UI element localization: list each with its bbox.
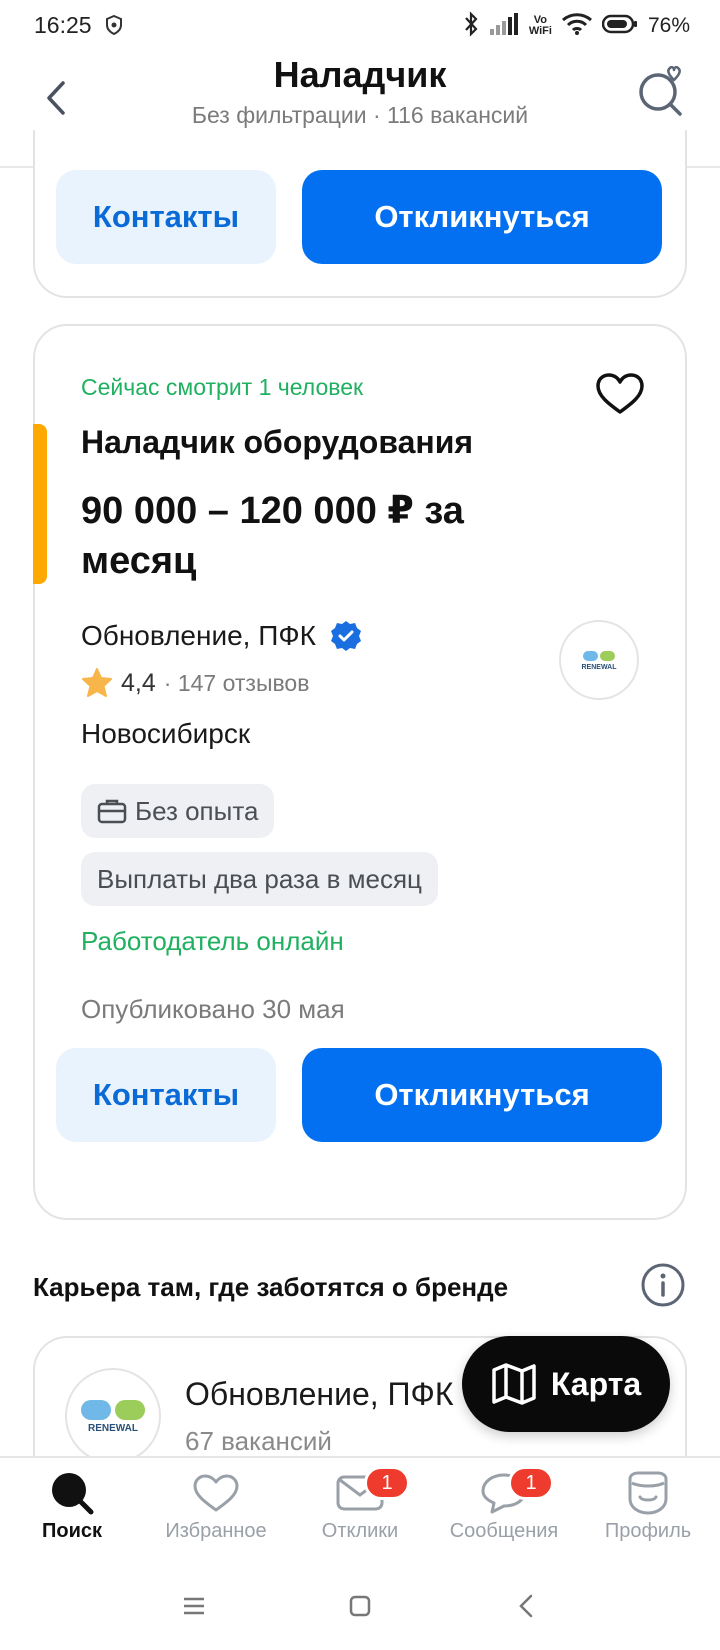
published-date: Опубликовано 30 мая — [81, 994, 345, 1024]
nav-item-messages[interactable]: 1 Сообщения — [432, 1458, 576, 1562]
nav-item-search[interactable]: Поиск — [0, 1458, 144, 1562]
map-icon — [492, 1363, 536, 1405]
nav-item-label: Профиль — [604, 1520, 692, 1542]
company-row[interactable]: Обновление, ПФК — [81, 620, 362, 652]
nav-item-responses[interactable]: 1 Отклики — [288, 1458, 432, 1562]
shield-icon — [106, 14, 122, 40]
recents-button[interactable] — [174, 1586, 214, 1626]
vowifi-indicator: Vo WiFi — [528, 14, 552, 37]
profile-icon — [624, 1470, 672, 1516]
nav-item-favorites[interactable]: Избранное — [144, 1458, 288, 1562]
highlight-accent-bar — [33, 424, 47, 584]
wifi-icon — [561, 12, 592, 40]
vacancy-card-previous: Контакты Откликнуться — [33, 130, 687, 298]
company-card-name: Обновление, ПФК — [185, 1376, 454, 1412]
contacts-button[interactable]: Контакты — [56, 170, 276, 264]
battery-icon — [601, 14, 638, 39]
search-summary[interactable]: Без фильтрации · 116 вакансий — [0, 102, 720, 129]
chevron-left-icon — [519, 1594, 533, 1618]
map-button-label: Карта — [550, 1365, 642, 1402]
vacancy-title[interactable]: Наладчик оборудования — [81, 424, 473, 461]
city: Новосибирск — [81, 718, 251, 749]
messages-badge: 1 — [508, 1466, 554, 1500]
bluetooth-icon — [463, 10, 479, 42]
menu-icon — [184, 1597, 204, 1615]
battery-percent: 76% — [647, 14, 690, 37]
nav-item-label: Сообщения — [449, 1520, 559, 1542]
status-bar: 16:25 Vo WiFi 76% — [0, 0, 720, 52]
square-icon — [349, 1595, 371, 1617]
viewing-now-label: Сейчас смотрит 1 человек — [81, 374, 364, 400]
nav-item-label: Поиск — [41, 1520, 103, 1542]
company-card-logo-text: RENEWAL — [88, 1422, 138, 1434]
company-card-vacancies: 67 вакансий — [185, 1426, 332, 1456]
rating-row[interactable]: 4,4 · 147 отзывов — [81, 668, 309, 698]
status-time: 16:25 — [34, 12, 92, 38]
vacancy-card[interactable]: Сейчас смотрит 1 человек Наладчик оборуд… — [33, 324, 687, 1220]
nav-item-label: Избранное — [165, 1520, 267, 1542]
apply-button[interactable]: Откликнуться — [302, 1048, 662, 1142]
payment-chip: Выплаты два раза в месяц — [81, 852, 438, 906]
info-icon — [641, 1263, 685, 1307]
company-card-logo: RENEWAL — [65, 1368, 161, 1464]
system-back-button[interactable] — [506, 1586, 546, 1626]
envelope-icon: 1 — [336, 1466, 410, 1516]
reviews-count: · 147 отзывов — [163, 669, 310, 696]
bottom-navigation: Поиск Избранное 1 Отклики 1 Сообщения Пр… — [0, 1456, 720, 1562]
map-button[interactable]: Карта — [462, 1336, 670, 1432]
nav-item-label: Отклики — [321, 1520, 399, 1542]
rating-value: 4,4 — [121, 668, 156, 697]
heart-icon — [596, 373, 644, 414]
apply-button[interactable]: Откликнуться — [302, 170, 662, 264]
info-button[interactable] — [640, 1262, 686, 1308]
save-search-button[interactable] — [636, 65, 688, 118]
signal-icon — [489, 12, 519, 40]
search-heart-icon — [639, 65, 682, 116]
nav-item-profile[interactable]: Профиль — [576, 1458, 720, 1562]
company-name: Обновление, ПФК — [81, 620, 316, 651]
heart-icon — [192, 1470, 240, 1516]
verified-badge-icon — [330, 621, 361, 651]
briefcase-icon — [97, 799, 127, 824]
brand-section-title: Карьера там, где заботятся о бренде — [33, 1272, 509, 1302]
payment-chip-label: Выплаты два раза в месяц — [97, 863, 422, 894]
star-icon — [82, 668, 112, 697]
system-navigation-bar — [0, 1562, 720, 1650]
company-logo[interactable]: RENEWAL — [559, 620, 639, 700]
search-icon — [48, 1470, 96, 1516]
chat-icon: 1 — [480, 1466, 554, 1516]
salary: 90 000 – 120 000 ₽ за месяц — [81, 490, 464, 582]
experience-chip-label: Без опыта — [135, 795, 259, 826]
page-title: Наладчик — [273, 54, 447, 95]
contacts-button[interactable]: Контакты — [56, 1048, 276, 1142]
pill-logo-icon — [81, 1399, 145, 1420]
favorite-button[interactable] — [595, 372, 645, 416]
company-logo-text: RENEWAL — [581, 663, 617, 671]
pill-logo-icon — [583, 650, 615, 661]
responses-badge: 1 — [364, 1466, 410, 1500]
experience-chip: Без опыта — [81, 784, 275, 838]
home-button[interactable] — [340, 1586, 380, 1626]
employer-online-label: Работодатель онлайн — [81, 926, 344, 956]
